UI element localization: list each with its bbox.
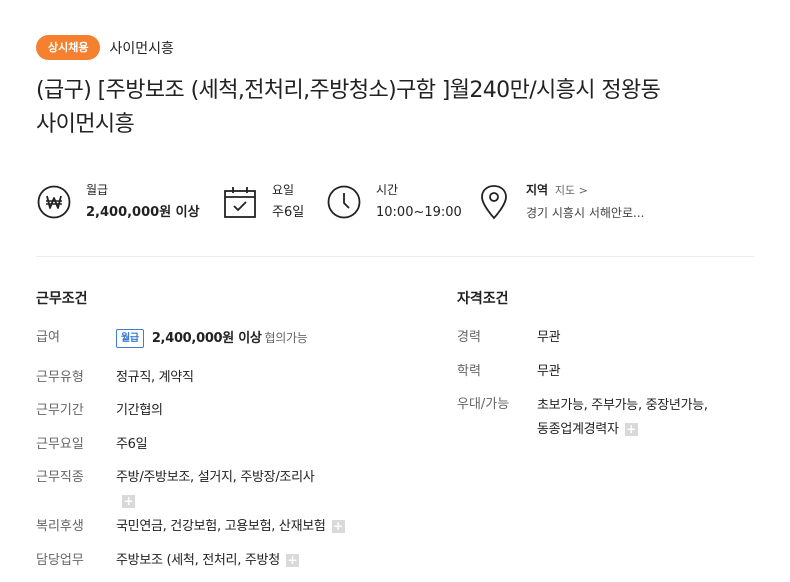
summary-salary: 월급 2,400,000원 이상 <box>36 180 200 226</box>
work-duty-label: 담당업무 <box>36 553 84 568</box>
work-days-value: 주6일 <box>116 437 148 452</box>
summary-salary-value: 2,400,000원 이상 <box>86 205 200 220</box>
map-pin-icon <box>476 184 512 220</box>
work-job-label: 근무직종 <box>36 470 84 485</box>
plus-icon[interactable]: + <box>624 423 638 436</box>
salary-negotiable-note: 협의가능 <box>264 331 308 345</box>
qualifications-title: 자격조건 <box>457 291 509 307</box>
work-salary-label: 급여 <box>36 330 60 345</box>
work-duty-value-group: 주방보조 (세척, 전처리, 주방청 + <box>116 550 299 572</box>
summary-hours: 시간 10:00~19:00 <box>326 180 462 226</box>
summary-days: 요일 주6일 <box>222 180 304 226</box>
summary-region: 지역 지도 > 경기 시흥시 서해안로... <box>476 180 644 226</box>
summary-hours-value: 10:00~19:00 <box>376 205 462 220</box>
work-welfare-value: 국민연금, 건강보험, 고용보험, 산재보험 <box>116 519 326 534</box>
company-name[interactable]: 사이먼시흥 <box>109 38 173 58</box>
work-row-job: 근무직종 주방/주방보조, 설거지, 주방장/조리사 + <box>36 467 356 513</box>
work-row-duty: 담당업무 주방보조 (세척, 전처리, 주방청 + <box>36 550 299 572</box>
summary-region-label-row: 지역 지도 > <box>526 180 644 200</box>
clock-icon <box>326 184 362 220</box>
job-header: 상시채용 사이먼시흥 <box>36 35 174 60</box>
salary-type-chip: 월급 <box>116 329 144 348</box>
qual-row-education: 학력 무관 <box>457 361 561 383</box>
qual-preference-line-2: 동종업계경력자 <box>537 422 619 437</box>
plus-icon[interactable]: + <box>285 554 299 567</box>
plus-icon[interactable]: + <box>331 520 345 533</box>
work-type-label: 근무유형 <box>36 370 84 385</box>
qual-education-label: 학력 <box>457 364 481 379</box>
work-row-period: 근무기간 기간협의 <box>36 400 163 422</box>
work-period-label: 근무기간 <box>36 403 84 418</box>
qual-row-preference: 우대/가능 초보가능, 주부가능, 중장년가능, 동종업계경력자 + <box>457 394 757 442</box>
work-row-type: 근무유형 정규직, 계약직 <box>36 367 194 389</box>
job-summary: 월급 2,400,000원 이상 요일 주6일 시간 10:00~19:00 지… <box>36 180 756 230</box>
plus-icon[interactable]: + <box>122 495 135 508</box>
map-link[interactable]: 지도 > <box>555 184 588 197</box>
section-divider <box>36 256 754 257</box>
qual-preference-value-group: 초보가능, 주부가능, 중장년가능, 동종업계경력자 + <box>537 394 757 442</box>
summary-days-label: 요일 <box>272 183 295 197</box>
summary-region-value: 경기 시흥시 서해안로... <box>526 206 645 220</box>
won-circle-icon <box>36 184 72 220</box>
job-title-line-1: (급구) [주방보조 (세척,전처리,주방청소)구함 ]월240만/시흥시 정왕… <box>36 78 661 103</box>
work-row-days: 근무요일 주6일 <box>36 434 148 456</box>
calendar-check-icon <box>222 184 258 220</box>
qual-preference-label: 우대/가능 <box>457 397 510 412</box>
qual-preference-line-1: 초보가능, 주부가능, 중장년가능, <box>537 398 708 413</box>
work-days-label: 근무요일 <box>36 437 84 452</box>
work-row-welfare: 복리후생 국민연금, 건강보험, 고용보험, 산재보험 + <box>36 516 345 538</box>
work-duty-value: 주방보조 (세척, 전처리, 주방청 <box>116 553 280 568</box>
summary-hours-label: 시간 <box>376 183 399 197</box>
work-conditions-title: 근무조건 <box>36 291 88 307</box>
qual-education-value: 무관 <box>537 364 561 379</box>
work-welfare-value-group: 국민연금, 건강보험, 고용보험, 산재보험 + <box>116 516 345 538</box>
summary-region-label: 지역 <box>526 183 549 197</box>
work-salary-value: 2,400,000원 이상 <box>151 331 262 346</box>
work-type-value: 정규직, 계약직 <box>116 370 194 385</box>
job-title: (급구) [주방보조 (세척,전처리,주방청소)구함 ]월240만/시흥시 정왕… <box>36 74 756 142</box>
qual-career-label: 경력 <box>457 330 481 345</box>
qual-career-value: 무관 <box>537 330 561 345</box>
summary-days-value: 주6일 <box>272 205 305 220</box>
summary-salary-label: 월급 <box>86 183 109 197</box>
work-job-value: 주방/주방보조, 설거지, 주방장/조리사 <box>116 470 315 485</box>
work-welfare-label: 복리후생 <box>36 519 84 534</box>
qual-row-career: 경력 무관 <box>457 327 561 349</box>
hiring-status-badge: 상시채용 <box>36 35 101 60</box>
work-period-value: 기간협의 <box>116 403 163 418</box>
work-row-salary: 급여 월급 2,400,000원 이상 협의가능 <box>36 327 308 350</box>
work-job-value-group: 주방/주방보조, 설거지, 주방장/조리사 + <box>116 467 356 513</box>
work-salary-value-group: 월급 2,400,000원 이상 협의가능 <box>116 327 308 350</box>
job-title-line-2: 사이먼시흥 <box>36 112 135 137</box>
